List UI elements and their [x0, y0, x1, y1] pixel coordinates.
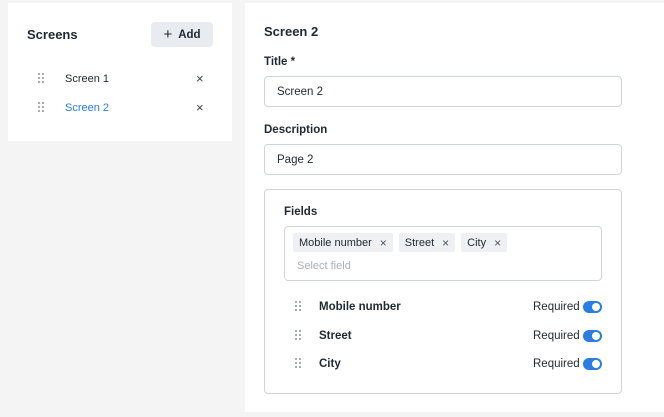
add-button-label: Add	[178, 28, 201, 41]
screen-editor-panel: Screen 2 Title * Description Fields Mobi…	[245, 3, 664, 412]
select-field-placeholder[interactable]: Select field	[297, 260, 351, 272]
required-toggle[interactable]	[583, 330, 602, 342]
title-label: Title *	[264, 56, 296, 68]
required-label: Required	[533, 330, 580, 342]
title-input[interactable]	[264, 76, 622, 107]
toggle-knob	[592, 360, 600, 368]
required-toggle[interactable]	[583, 358, 602, 370]
field-row-label: City	[319, 358, 341, 370]
remove-chip-icon[interactable]: ×	[494, 236, 501, 250]
chip-label: Street	[404, 236, 435, 249]
field-row-label: Street	[319, 330, 352, 342]
toggle-knob	[592, 303, 600, 311]
remove-chip-icon[interactable]: ×	[442, 236, 449, 250]
fields-label: Fields	[284, 206, 318, 218]
chip-label: City	[467, 236, 487, 249]
chip-street: Street ×	[398, 233, 456, 252]
drag-handle-icon[interactable]	[295, 358, 303, 372]
description-label: Description	[264, 124, 328, 136]
remove-chip-icon[interactable]: ×	[380, 236, 387, 250]
required-toggle[interactable]	[583, 301, 602, 313]
required-label: Required	[533, 358, 580, 370]
selected-chips: Mobile number × Street × City ×	[293, 233, 508, 252]
field-row-mobile-number: Mobile number Required	[265, 298, 621, 318]
field-multiselect[interactable]: Mobile number × Street × City × Select f…	[284, 226, 602, 281]
add-screen-button[interactable]: + Add	[151, 22, 213, 47]
screens-panel: Screens + Add Screen 1 × Screen 2 ×	[8, 3, 232, 141]
toggle-knob	[592, 332, 600, 340]
required-label: Required	[533, 301, 580, 313]
close-icon[interactable]: ×	[196, 71, 204, 87]
close-icon[interactable]: ×	[196, 100, 204, 116]
drag-handle-icon[interactable]	[38, 102, 46, 116]
field-row-street: Street Required	[265, 327, 621, 347]
screens-title: Screens	[27, 27, 78, 42]
plus-icon: +	[163, 25, 173, 43]
drag-handle-icon[interactable]	[38, 73, 46, 87]
screen-item-label: Screen 2	[65, 102, 110, 114]
description-input[interactable]	[264, 144, 622, 175]
page-title: Screen 2	[264, 24, 319, 39]
screen-item-1[interactable]: Screen 1 ×	[8, 69, 232, 91]
field-row-label: Mobile number	[319, 301, 401, 313]
drag-handle-icon[interactable]	[295, 301, 303, 315]
chip-mobile-number: Mobile number ×	[293, 233, 393, 252]
screen-item-2[interactable]: Screen 2 ×	[8, 98, 232, 120]
screen-item-label: Screen 1	[65, 73, 110, 85]
chip-label: Mobile number	[299, 236, 372, 249]
fields-section: Fields Mobile number × Street × City × S…	[264, 189, 622, 394]
chip-city: City ×	[461, 233, 508, 252]
drag-handle-icon[interactable]	[295, 330, 303, 344]
field-row-city: City Required	[265, 355, 621, 375]
